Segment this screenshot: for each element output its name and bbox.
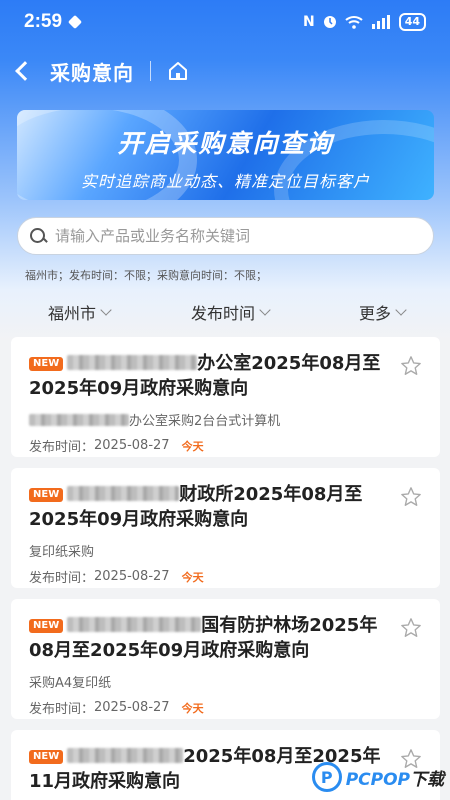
card-meta: 发布时间： 2025-08-27 今天 — [29, 436, 400, 455]
filter-more-label: 更多 — [359, 304, 392, 323]
page-title: 采购意向 — [50, 60, 134, 85]
publish-label: 发布时间： — [29, 702, 95, 717]
filter-summary: 福州市；发布时间：不限；采购意向时间：不限； — [25, 269, 267, 282]
publish-date: 2025-08-27 — [94, 569, 170, 584]
card-title: NEW 国有防护林场2025年08月至2025年09月政府采购意向 — [29, 613, 400, 663]
star-icon[interactable] — [400, 355, 422, 377]
search-icon — [30, 227, 47, 245]
card-title: NEW 财政所2025年08月至2025年09月政府采购意向 — [29, 482, 400, 532]
home-icon[interactable] — [167, 60, 189, 82]
status-icons: N 44 — [303, 13, 426, 31]
filter-city-label: 福州市 — [48, 304, 97, 323]
card-description-text: 办公室采购2台台式计算机 — [129, 414, 281, 429]
header-divider — [150, 61, 151, 81]
publish-label: 发布时间： — [29, 571, 95, 586]
star-icon[interactable] — [400, 486, 422, 508]
card-description: 复印纸采购 — [29, 545, 95, 560]
card-title: NEW 办公室2025年08月至2025年09月政府采购意向 — [29, 351, 400, 401]
card-description: 采购A4复印纸 — [29, 676, 112, 691]
location-icon — [67, 14, 83, 30]
list-item[interactable]: NEW 办公室2025年08月至2025年09月政府采购意向 办公室采购2台台式计… — [11, 337, 440, 457]
battery-icon: 44 — [398, 13, 426, 31]
publish-label: 发布时间： — [29, 440, 95, 455]
promo-banner[interactable]: 开启采购意向查询 实时追踪商业动态、精准定位目标客户 — [17, 110, 434, 200]
filter-publish-time[interactable]: 发布时间 — [191, 300, 271, 324]
star-icon[interactable] — [400, 617, 422, 639]
status-bar: 2:59 N 44 — [0, 0, 450, 44]
publish-date: 2025-08-27 — [94, 438, 170, 453]
banner-subtitle: 实时追踪商业动态、精准定位目标客户 — [80, 172, 370, 191]
watermark: P PCPOP下载 — [311, 762, 444, 792]
alarm-icon — [323, 16, 336, 28]
filter-city[interactable]: 福州市 — [48, 300, 112, 324]
search-input[interactable] — [55, 227, 433, 245]
watermark-text: PCPOP下载 — [345, 769, 444, 790]
list-item[interactable]: NEW 财政所2025年08月至2025年09月政府采购意向 复印纸采购 发布时间… — [11, 468, 440, 588]
today-tag: 今天 — [181, 701, 204, 715]
wifi-icon — [345, 16, 363, 29]
publish-date: 2025-08-27 — [94, 700, 170, 715]
redacted-text — [29, 414, 129, 426]
redacted-text — [67, 486, 180, 501]
signal-icon — [371, 15, 390, 29]
new-badge: NEW — [29, 619, 64, 633]
status-time: 2:59 — [24, 11, 63, 32]
today-tag: 今天 — [181, 439, 204, 453]
today-tag: 今天 — [181, 570, 204, 584]
card-meta: 发布时间： 2025-08-27 今天 — [29, 698, 400, 717]
chevron-down-icon — [100, 304, 112, 316]
back-icon[interactable] — [15, 61, 35, 81]
card-meta: 发布时间： 2025-08-27 今天 — [29, 567, 400, 586]
nfc-icon: N — [302, 14, 315, 30]
chevron-down-icon — [395, 304, 407, 316]
new-badge: NEW — [29, 357, 64, 371]
app-header: 采购意向 — [0, 48, 450, 94]
watermark-logo-icon: P — [311, 762, 342, 792]
banner-title: 开启采购意向查询 — [117, 129, 334, 158]
new-badge: NEW — [29, 488, 64, 502]
redacted-text — [67, 748, 184, 763]
chevron-down-icon — [259, 304, 271, 316]
card-description: 办公室采购2台台式计算机 — [29, 410, 400, 429]
redacted-text — [67, 355, 198, 370]
search-bar[interactable] — [17, 217, 434, 255]
filter-bar: 福州市 发布时间 更多 — [0, 296, 450, 328]
new-badge: NEW — [29, 750, 64, 764]
filter-more[interactable]: 更多 — [359, 300, 407, 324]
redacted-text — [67, 617, 202, 632]
filter-publish-time-label: 发布时间 — [191, 304, 256, 323]
list-item[interactable]: NEW 国有防护林场2025年08月至2025年09月政府采购意向 采购A4复印纸… — [11, 599, 440, 719]
